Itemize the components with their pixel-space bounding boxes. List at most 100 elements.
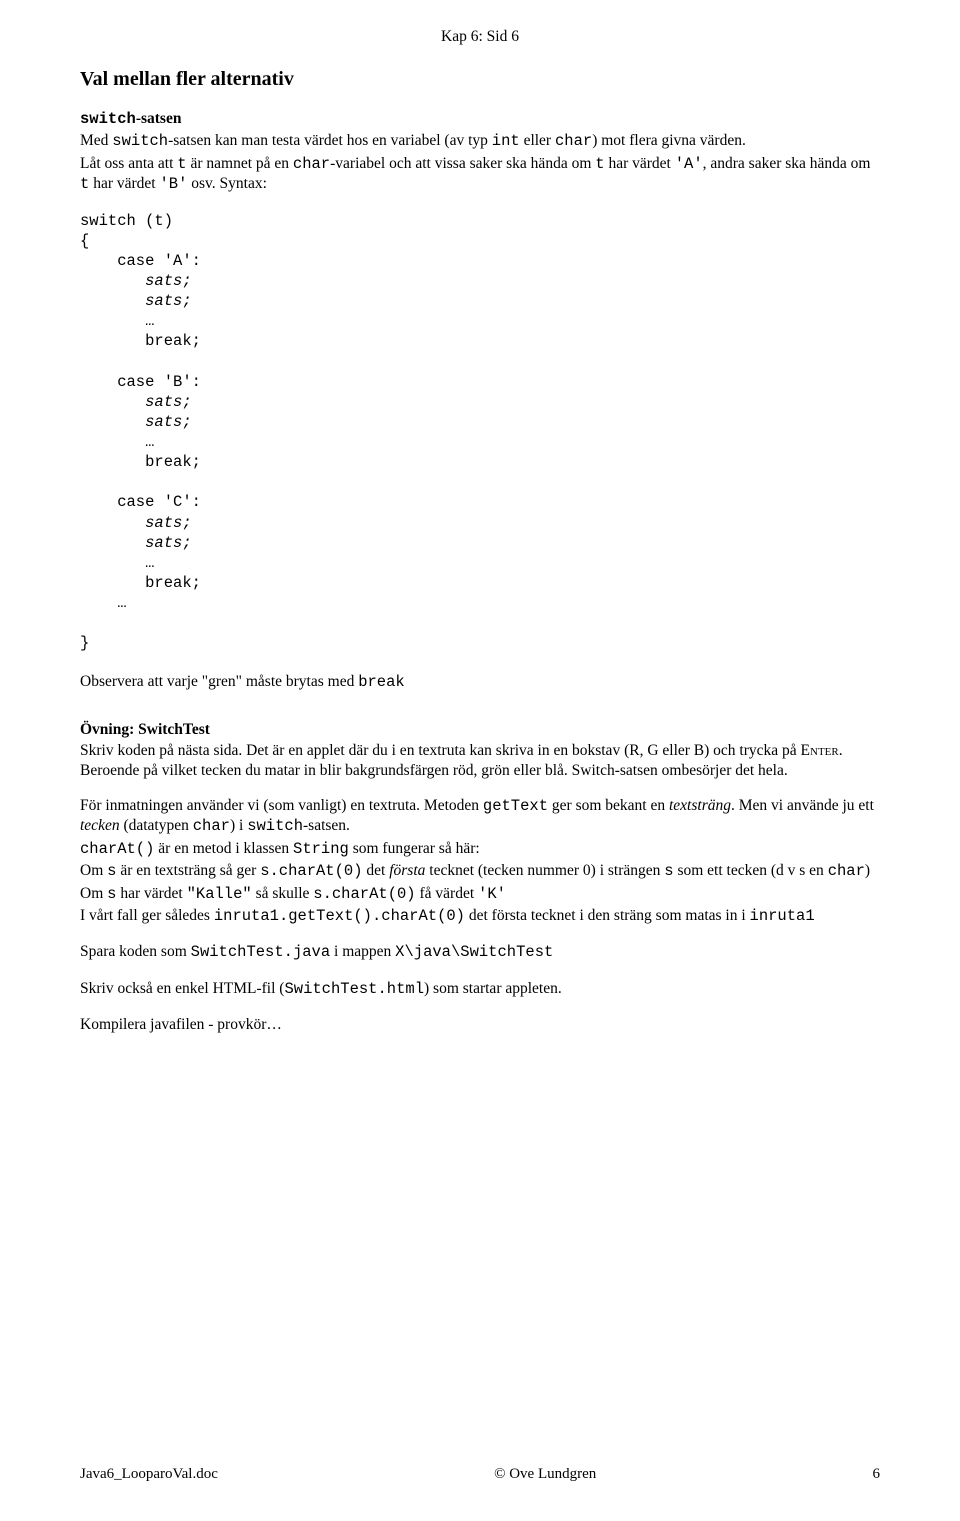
code-line: sats; <box>80 292 192 310</box>
text: Med <box>80 132 112 149</box>
enter-key: Enter <box>801 742 839 759</box>
footer-right: 6 <box>872 1466 880 1483</box>
code-inline: char <box>293 155 330 173</box>
exercise-title: Övning: SwitchTest <box>80 720 880 739</box>
text: som ett tecken (d v s en <box>674 862 828 879</box>
code-line: sats; <box>80 514 192 532</box>
text: Skriv också en enkel HTML-fil ( <box>80 980 284 997</box>
code-inline: char <box>555 132 592 150</box>
text: så skulle <box>252 885 314 902</box>
code-line: { <box>80 232 89 250</box>
exercise-p5: Om s har värdet "Kalle" så skulle s.char… <box>80 884 880 904</box>
code-inline: inruta1.getText().charAt(0) <box>214 907 465 925</box>
save-block: Spara koden som SwitchTest.java i mappen… <box>80 942 880 962</box>
html-line: Skriv också en enkel HTML-fil (SwitchTes… <box>80 979 880 999</box>
text: Spara koden som <box>80 943 191 960</box>
text: har värdet <box>605 155 675 172</box>
code-line: break; <box>80 453 201 471</box>
text: är en textsträng så ger <box>116 862 260 879</box>
text: det första tecknet i den sträng som mata… <box>465 907 750 924</box>
text: det <box>363 862 390 879</box>
text: eller <box>520 132 555 149</box>
text: . Men vi använde ju ett <box>731 797 874 814</box>
code-line: break; <box>80 574 201 592</box>
text: ) mot flera givna värden. <box>592 132 746 149</box>
exercise-p6: I vårt fall ger således inruta1.getText(… <box>80 906 880 926</box>
footer-center: © Ove Lundgren <box>494 1466 596 1483</box>
code-inline: String <box>293 840 349 858</box>
text: -satsen. <box>303 817 350 834</box>
code-inline: charAt() <box>80 840 154 858</box>
code-inline: switch <box>247 817 303 835</box>
text: ger som bekant en <box>548 797 669 814</box>
text: Låt oss anta att <box>80 155 177 172</box>
text: Om <box>80 862 107 879</box>
text: har värdet <box>89 175 159 192</box>
code-inline: SwitchTest.html <box>284 980 424 998</box>
code-line: sats; <box>80 272 192 290</box>
text: som fungerar så här: <box>349 840 480 857</box>
text: få värdet <box>416 885 478 902</box>
text: ) <box>865 862 870 879</box>
code-inline: X\java\SwitchTest <box>395 943 553 961</box>
text: ) i <box>230 817 247 834</box>
text: tecknet (tecken nummer 0) i strängen <box>425 862 664 879</box>
code-inline: inruta1 <box>750 907 815 925</box>
text: Om <box>80 885 107 902</box>
code-line: } <box>80 634 89 652</box>
chapter-header: Kap 6: Sid 6 <box>80 28 880 46</box>
exercise-gettext-block: För inmatningen använder vi (som vanligt… <box>80 796 880 926</box>
html-block: Skriv också en enkel HTML-fil (SwitchTes… <box>80 979 880 999</box>
code-inline: 'A' <box>675 155 703 173</box>
code-inline: char <box>193 817 230 835</box>
code-line: sats; <box>80 534 192 552</box>
code-inline: char <box>828 862 865 880</box>
exercise-p2: För inmatningen använder vi (som vanligt… <box>80 796 880 837</box>
text: osv. Syntax: <box>187 175 267 192</box>
text-italic: första <box>389 862 425 879</box>
code-line: … <box>80 594 127 612</box>
code-line: … <box>80 312 154 330</box>
text: I vårt fall ger således <box>80 907 214 924</box>
code-line: switch (t) <box>80 212 173 230</box>
text: För inmatningen använder vi (som vanligt… <box>80 797 483 814</box>
code-inline: 'B' <box>159 175 187 193</box>
code-line: case 'A': <box>80 252 201 270</box>
text: Skriv koden på nästa sida. Det är en app… <box>80 742 801 759</box>
code-inline: s.charAt(0) <box>260 862 362 880</box>
text: är en metod i klassen <box>154 840 293 857</box>
intro-p2: Låt oss anta att t är namnet på en char-… <box>80 154 880 195</box>
intro-p1: Med switch-satsen kan man testa värdet h… <box>80 131 880 151</box>
code-inline: s.charAt(0) <box>313 885 415 903</box>
text: -variabel och att vissa saker ska hända … <box>330 155 595 172</box>
text: Observera att varje "gren" måste brytas … <box>80 673 358 690</box>
text: -satsen kan man testa värdet hos en vari… <box>168 132 492 149</box>
code-line: sats; <box>80 413 192 431</box>
code-inline: s <box>664 862 673 880</box>
code-line: sats; <box>80 393 192 411</box>
text-italic: tecken <box>80 817 120 834</box>
code-inline: 'K' <box>478 885 506 903</box>
code-line: break; <box>80 332 201 350</box>
text: är namnet på en <box>187 155 293 172</box>
compile-line: Kompilera javafilen - provkör… <box>80 1015 880 1034</box>
code-line: case 'C': <box>80 493 201 511</box>
text-italic: textsträng <box>669 797 731 814</box>
exercise-p4: Om s är en textsträng så ger s.charAt(0)… <box>80 861 880 881</box>
code-inline: switch <box>112 132 168 150</box>
subheading-suffix: -satsen <box>136 110 182 127</box>
code-inline: break <box>358 673 405 691</box>
code-line: … <box>80 554 154 572</box>
page: Kap 6: Sid 6 Val mellan fler alternativ … <box>0 0 960 1521</box>
code-line: case 'B': <box>80 373 201 391</box>
code-inline: t <box>595 155 604 173</box>
text-block: Skriv koden på nästa sida. Det är en app… <box>80 741 880 780</box>
compile-block: Kompilera javafilen - provkör… <box>80 1015 880 1034</box>
switch-satsen-block: switch -satsen Med switch-satsen kan man … <box>80 109 880 195</box>
section-title: Val mellan fler alternativ <box>80 68 880 91</box>
code-inline: t <box>80 175 89 193</box>
save-line: Spara koden som SwitchTest.java i mappen… <box>80 942 880 962</box>
exercise-p1: Skriv koden på nästa sida. Det är en app… <box>80 741 880 780</box>
text: i mappen <box>330 943 395 960</box>
code-block: switch (t) { case 'A': sats; sats; … bre… <box>80 211 880 654</box>
